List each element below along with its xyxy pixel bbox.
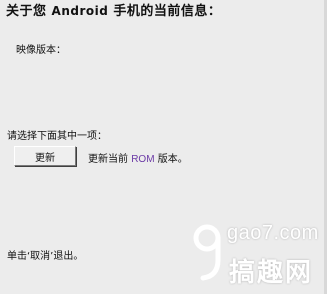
update-button[interactable]: 更新 [14, 146, 76, 166]
rom-text: ROM [131, 154, 155, 165]
update-description: 更新当前 ROM 版本。 [88, 150, 188, 165]
title-brand: Android [51, 4, 109, 18]
update-desc-prefix: 更新当前 [88, 154, 132, 165]
installer-window: 关于您 Android 手机的当前信息： 映像版本： 请选择下面其中一项： 更新… [0, 0, 327, 294]
update-desc-suffix: 版本。 [154, 154, 188, 165]
g-logo-icon [191, 220, 223, 288]
page-title: 关于您 Android 手机的当前信息： [6, 0, 221, 19]
watermark-name: 搞趣网 [229, 258, 314, 288]
image-version-label: 映像版本： [16, 45, 66, 56]
watermark: gao7.com 搞趣网 [169, 214, 319, 290]
watermark-url: gao7.com [227, 222, 319, 244]
title-suffix: 手机的当前信息： [108, 4, 222, 19]
choose-option-label: 请选择下面其中一项： [7, 131, 107, 142]
title-prefix: 关于您 [6, 4, 52, 19]
cancel-hint: 单击‘取消’退出。 [7, 251, 84, 262]
